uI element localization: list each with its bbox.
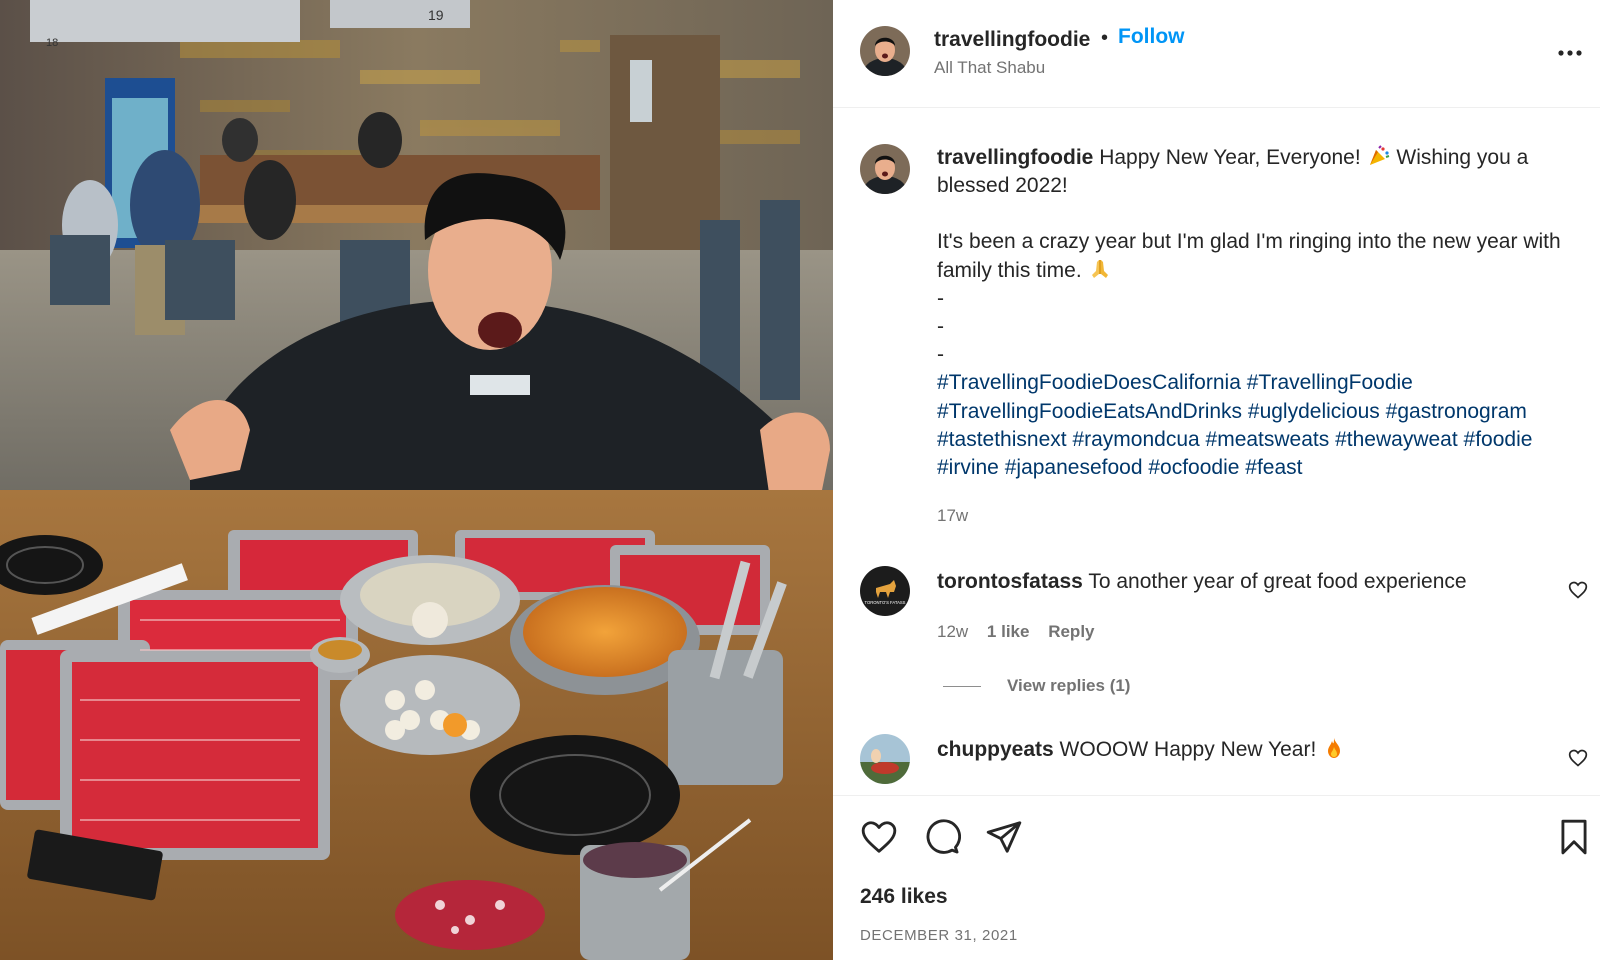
comment-body: To another year of great food experience bbox=[1088, 570, 1467, 593]
hashtag-link[interactable]: #irvine bbox=[937, 456, 999, 479]
comment-text: chuppyeats WOOOW Happy New Year! bbox=[937, 736, 1537, 764]
comment-like-heart-icon[interactable] bbox=[1568, 580, 1588, 600]
hashtag-link[interactable]: #TravellingFoodieEatsAndDrinks bbox=[937, 400, 1242, 423]
caption-username[interactable]: travellingfoodie bbox=[937, 146, 1093, 169]
post-caption: travellingfoodie Happy New Year, Everyon… bbox=[937, 144, 1587, 482]
more-options-icon[interactable] bbox=[1555, 38, 1585, 68]
likes-count[interactable]: 246 likes bbox=[860, 885, 948, 909]
comment-bubble-icon[interactable] bbox=[923, 818, 961, 856]
caption-line-1: Happy New Year, Everyone! bbox=[1099, 146, 1361, 169]
hood-sign-19: 19 bbox=[428, 7, 444, 23]
chuppyeats-avatar-image bbox=[860, 734, 910, 784]
caption-author-avatar[interactable] bbox=[860, 144, 910, 194]
hashtag-link[interactable]: #feast bbox=[1245, 456, 1302, 479]
hashtag-link[interactable]: #gastronogram bbox=[1386, 400, 1527, 423]
hashtag-list: #TravellingFoodieDoesCalifornia #Travell… bbox=[937, 369, 1587, 482]
separator-dot: • bbox=[1101, 27, 1109, 49]
hashtag-link[interactable]: #tastethisnext bbox=[937, 428, 1067, 451]
author-avatar[interactable] bbox=[860, 26, 910, 76]
party-popper-icon bbox=[1367, 144, 1391, 168]
view-replies-line bbox=[943, 686, 981, 688]
post-details-panel: travellingfoodie • Follow All That Shabu… bbox=[833, 0, 1600, 960]
reply-button[interactable]: Reply bbox=[1048, 622, 1094, 641]
commenter-avatar[interactable] bbox=[860, 734, 910, 784]
comment-username[interactable]: chuppyeats bbox=[937, 738, 1054, 761]
comment-time[interactable]: 12w bbox=[937, 622, 968, 641]
post-date[interactable]: DECEMBER 31, 2021 bbox=[860, 927, 1018, 944]
commenter-avatar[interactable]: TORONTO'S FATASS bbox=[860, 566, 910, 616]
hashtag-link[interactable]: #TravellingFoodie bbox=[1247, 371, 1413, 394]
post-location[interactable]: All That Shabu bbox=[934, 58, 1045, 78]
view-replies-label: View replies (1) bbox=[1007, 676, 1131, 695]
comment-username[interactable]: torontosfatass bbox=[937, 570, 1083, 593]
post-photo[interactable]: 19 18 bbox=[0, 0, 833, 960]
bookmark-icon[interactable] bbox=[1555, 818, 1593, 856]
heart-icon[interactable] bbox=[860, 818, 898, 856]
comment-meta: 12w 1 like Reply bbox=[937, 622, 1109, 642]
view-replies-button[interactable]: View replies (1) bbox=[943, 676, 1130, 696]
hashtag-link[interactable]: #raymondcua bbox=[1072, 428, 1199, 451]
follow-button[interactable]: Follow bbox=[1118, 25, 1185, 49]
caption-dash-1: - bbox=[937, 286, 944, 310]
paper-plane-icon[interactable] bbox=[985, 818, 1023, 856]
hashtag-link[interactable]: #thewayweat bbox=[1335, 428, 1458, 451]
caption-dash-3: - bbox=[937, 343, 944, 367]
comment-body: WOOOW Happy New Year! bbox=[1059, 738, 1317, 761]
caption-dash-2: - bbox=[937, 315, 944, 339]
hashtag-link[interactable]: #foodie bbox=[1464, 428, 1533, 451]
fire-icon bbox=[1322, 736, 1346, 760]
caption-timestamp[interactable]: 17w bbox=[937, 506, 968, 526]
post-actions: 246 likes DECEMBER 31, 2021 bbox=[833, 795, 1600, 960]
caption-avatar-image bbox=[860, 144, 910, 194]
post-header: travellingfoodie • Follow All That Shabu bbox=[833, 0, 1600, 108]
author-avatar-image bbox=[860, 26, 910, 76]
author-username[interactable]: travellingfoodie bbox=[934, 28, 1090, 52]
hood-sign-18: 18 bbox=[46, 37, 58, 49]
caption-line-2: It's been a crazy year but I'm glad I'm … bbox=[937, 230, 1561, 282]
hashtag-link[interactable]: #ocfoodie bbox=[1148, 456, 1239, 479]
hashtag-link[interactable]: #uglydelicious bbox=[1248, 400, 1380, 423]
comment-likes[interactable]: 1 like bbox=[987, 622, 1030, 641]
hashtag-link[interactable]: #japanesefood bbox=[1005, 456, 1143, 479]
photo-illustration: 19 18 bbox=[0, 0, 833, 960]
folded-hands-icon bbox=[1088, 257, 1112, 281]
comment-like-heart-icon[interactable] bbox=[1568, 748, 1588, 768]
hashtag-link[interactable]: #TravellingFoodieDoesCalifornia bbox=[937, 371, 1241, 394]
comment-text: torontosfatass To another year of great … bbox=[937, 568, 1537, 596]
hashtag-link[interactable]: #meatsweats bbox=[1206, 428, 1330, 451]
torontosfatass-avatar-image: TORONTO'S FATASS bbox=[860, 566, 910, 616]
avatar-logo-text: TORONTO'S FATASS bbox=[865, 600, 906, 605]
